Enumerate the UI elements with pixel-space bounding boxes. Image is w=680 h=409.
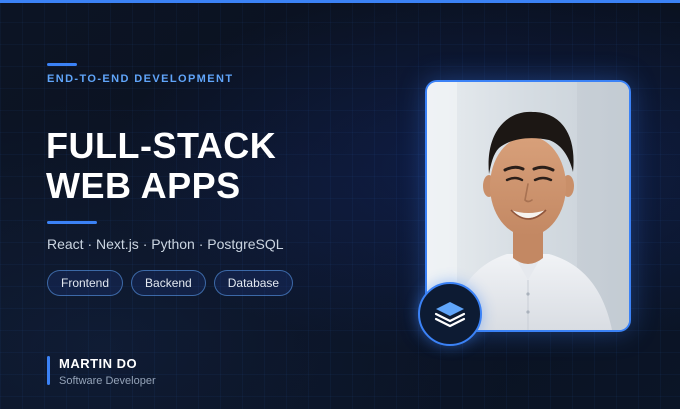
eyebrow-text: END-TO-END DEVELOPMENT bbox=[47, 73, 234, 85]
title-line-2: WEB APPS bbox=[46, 165, 241, 206]
title-line-1: FULL-STACK bbox=[46, 125, 277, 166]
tag-list: Frontend Backend Database bbox=[47, 270, 294, 296]
layers-icon bbox=[434, 302, 466, 328]
thumbnail-canvas: { "header": { "eyebrow": "END-TO-END DEV… bbox=[0, 0, 680, 409]
top-accent-bar bbox=[0, 0, 680, 3]
title-accent-line bbox=[47, 221, 97, 224]
tech-stack-text: React · Next.js · Python · PostgreSQL bbox=[47, 236, 284, 252]
tag-database: Database bbox=[213, 270, 294, 296]
layers-badge bbox=[418, 282, 482, 346]
author-accent-bar bbox=[47, 356, 50, 385]
tag-backend: Backend bbox=[131, 270, 206, 296]
tag-frontend: Frontend bbox=[47, 270, 124, 296]
author-name: MARTIN DO bbox=[59, 356, 138, 371]
main-title: FULL-STACK WEB APPS bbox=[46, 126, 276, 206]
author-role: Software Developer bbox=[59, 375, 156, 387]
eyebrow-accent-line bbox=[47, 63, 77, 66]
